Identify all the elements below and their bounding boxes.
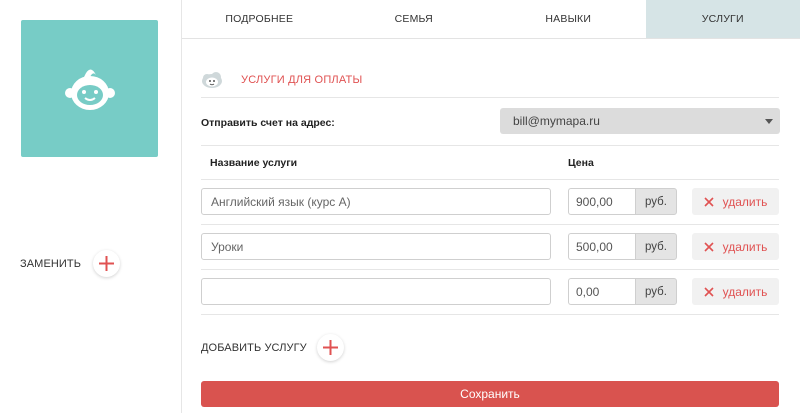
close-icon (704, 286, 714, 297)
services-table-header: Название услуги Цена (201, 147, 779, 180)
invoice-label: Отправить счет на адрес: (201, 117, 335, 129)
tab-skills[interactable]: НАВЫКИ (491, 0, 646, 38)
service-row: Уроки 500,00 руб. удалить (201, 225, 779, 270)
chevron-down-icon (765, 119, 773, 124)
profile-sidebar: ЗАМЕНИТЬ (0, 0, 181, 413)
currency-unit: руб. (635, 188, 677, 215)
currency-unit: руб. (635, 278, 677, 305)
baby-face-icon (64, 68, 115, 110)
save-button[interactable]: Сохранить (201, 381, 779, 407)
plus-icon (322, 340, 338, 355)
service-name-input[interactable] (201, 278, 551, 305)
close-icon (704, 196, 714, 207)
price-input[interactable]: 900,00 (568, 188, 635, 215)
plus-icon (99, 256, 115, 271)
section-header: УСЛУГИ ДЛЯ ОПЛАТЫ (201, 66, 779, 98)
cloud-face-icon (202, 71, 222, 88)
price-field: 500,00 руб. (568, 233, 677, 260)
price-input[interactable]: 500,00 (568, 233, 635, 260)
service-name-input[interactable]: Уроки (201, 233, 551, 260)
add-service-button[interactable] (316, 334, 344, 361)
tab-details[interactable]: ПОДРОБНЕЕ (182, 0, 337, 38)
column-header-price: Цена (568, 157, 594, 169)
column-header-name: Название услуги (210, 157, 298, 169)
replace-label: ЗАМЕНИТЬ (20, 257, 82, 270)
service-row: Английский язык (курс А) 900,00 руб. уда… (201, 180, 779, 225)
tab-services[interactable]: УСЛУГИ (645, 0, 800, 38)
replace-avatar[interactable]: ЗАМЕНИТЬ (20, 250, 121, 277)
currency-unit: руб. (635, 233, 677, 260)
profile-tabs: ПОДРОБНЕЕ СЕМЬЯ НАВЫКИ УСЛУГИ (182, 0, 800, 39)
invoice-email-value: bill@mymapa.ru (513, 114, 600, 128)
add-service-label: ДОБАВИТЬ УСЛУГУ (201, 341, 307, 354)
invoice-row: Отправить счет на адрес: bill@mymapa.ru (201, 99, 780, 146)
price-field: 0,00 руб. (568, 278, 677, 305)
replace-plus-button[interactable] (93, 250, 121, 277)
price-input[interactable]: 0,00 (568, 278, 635, 305)
service-name-input[interactable]: Английский язык (курс А) (201, 188, 551, 215)
delete-label: удалить (722, 284, 768, 299)
invoice-email-select[interactable]: bill@mymapa.ru (500, 108, 780, 134)
close-icon (704, 241, 714, 252)
delete-label: удалить (722, 239, 768, 254)
delete-service-button[interactable]: удалить (692, 233, 779, 260)
service-row: 0,00 руб. удалить (201, 270, 779, 315)
section-title: УСЛУГИ ДЛЯ ОПЛАТЫ (241, 73, 363, 86)
delete-service-button[interactable]: удалить (692, 278, 779, 305)
price-field: 900,00 руб. (568, 188, 677, 215)
delete-label: удалить (722, 194, 768, 209)
tab-family[interactable]: СЕМЬЯ (336, 0, 491, 38)
add-service[interactable]: ДОБАВИТЬ УСЛУГУ (201, 334, 344, 361)
avatar (21, 20, 158, 157)
column-divider (181, 0, 182, 413)
delete-service-button[interactable]: удалить (692, 188, 779, 215)
